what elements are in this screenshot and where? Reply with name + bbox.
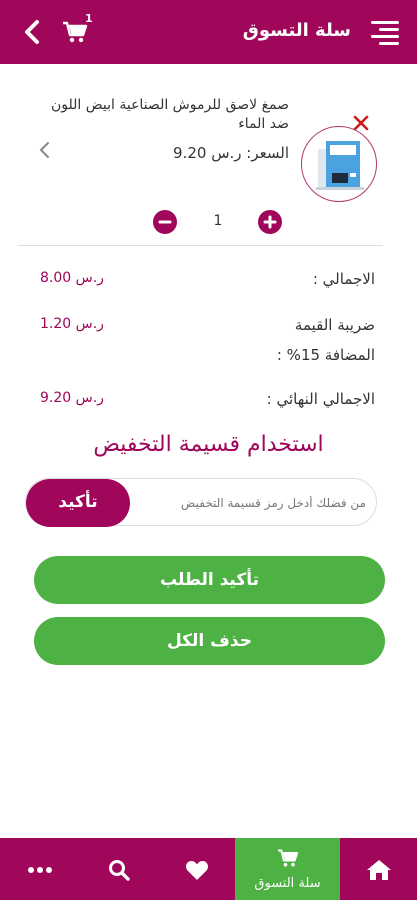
quantity-value: 1 xyxy=(213,213,223,229)
nav-home[interactable] xyxy=(340,838,417,900)
more-icon xyxy=(28,867,52,873)
back-button[interactable] xyxy=(18,17,46,47)
vat-value: ر.س 1.20 xyxy=(40,316,104,332)
search-icon xyxy=(109,860,130,881)
coupon-field: تأكيد xyxy=(25,478,377,527)
chevron-left-icon xyxy=(25,20,39,44)
chevron-left-icon xyxy=(40,142,49,158)
minus-icon xyxy=(158,220,172,224)
confirm-order-button[interactable]: تأكيد الطلب xyxy=(34,556,385,604)
decrease-quantity-button[interactable] xyxy=(153,210,177,234)
product-name[interactable]: صمغ لاصق للرموش الصناعية ابيض اللون ضد ا… xyxy=(39,96,289,134)
increase-quantity-button[interactable] xyxy=(258,210,282,234)
nav-more[interactable] xyxy=(0,838,80,900)
menu-icon[interactable] xyxy=(371,21,399,45)
coupon-title: استخدام قسيمة التخفيض xyxy=(93,432,324,457)
final-total-label: الاجمالي النهائي : xyxy=(266,390,375,408)
apply-coupon-button[interactable]: تأكيد xyxy=(26,479,130,527)
product-image xyxy=(301,126,377,202)
plus-icon xyxy=(263,215,277,229)
total-value: ر.س 8.00 xyxy=(40,270,104,286)
nav-search[interactable] xyxy=(80,838,160,900)
product-price: السعر: ر.س 9.20 xyxy=(173,144,289,162)
cart-icon xyxy=(278,849,299,867)
final-total-value: ر.س 9.20 xyxy=(40,390,104,406)
nav-cart-label: سلة التسوق xyxy=(254,876,321,891)
heart-icon xyxy=(186,861,208,880)
vat-label: ضريبة القيمة المضافة 15% : xyxy=(276,316,375,364)
coupon-input[interactable] xyxy=(126,489,366,517)
divider xyxy=(18,245,383,246)
home-icon xyxy=(367,860,391,880)
app-header: سلة التسوق 1 xyxy=(0,0,417,64)
cart-count-badge: 1 xyxy=(85,12,93,25)
nav-cart[interactable]: سلة التسوق xyxy=(235,838,340,900)
page-title: سلة التسوق xyxy=(242,20,351,41)
item-details-button[interactable] xyxy=(36,140,54,160)
total-label: الاجمالي : xyxy=(312,270,375,288)
delete-all-button[interactable]: حذف الكل xyxy=(34,617,385,665)
bottom-navigation: سلة التسوق xyxy=(0,838,417,900)
nav-favorites[interactable] xyxy=(160,838,235,900)
